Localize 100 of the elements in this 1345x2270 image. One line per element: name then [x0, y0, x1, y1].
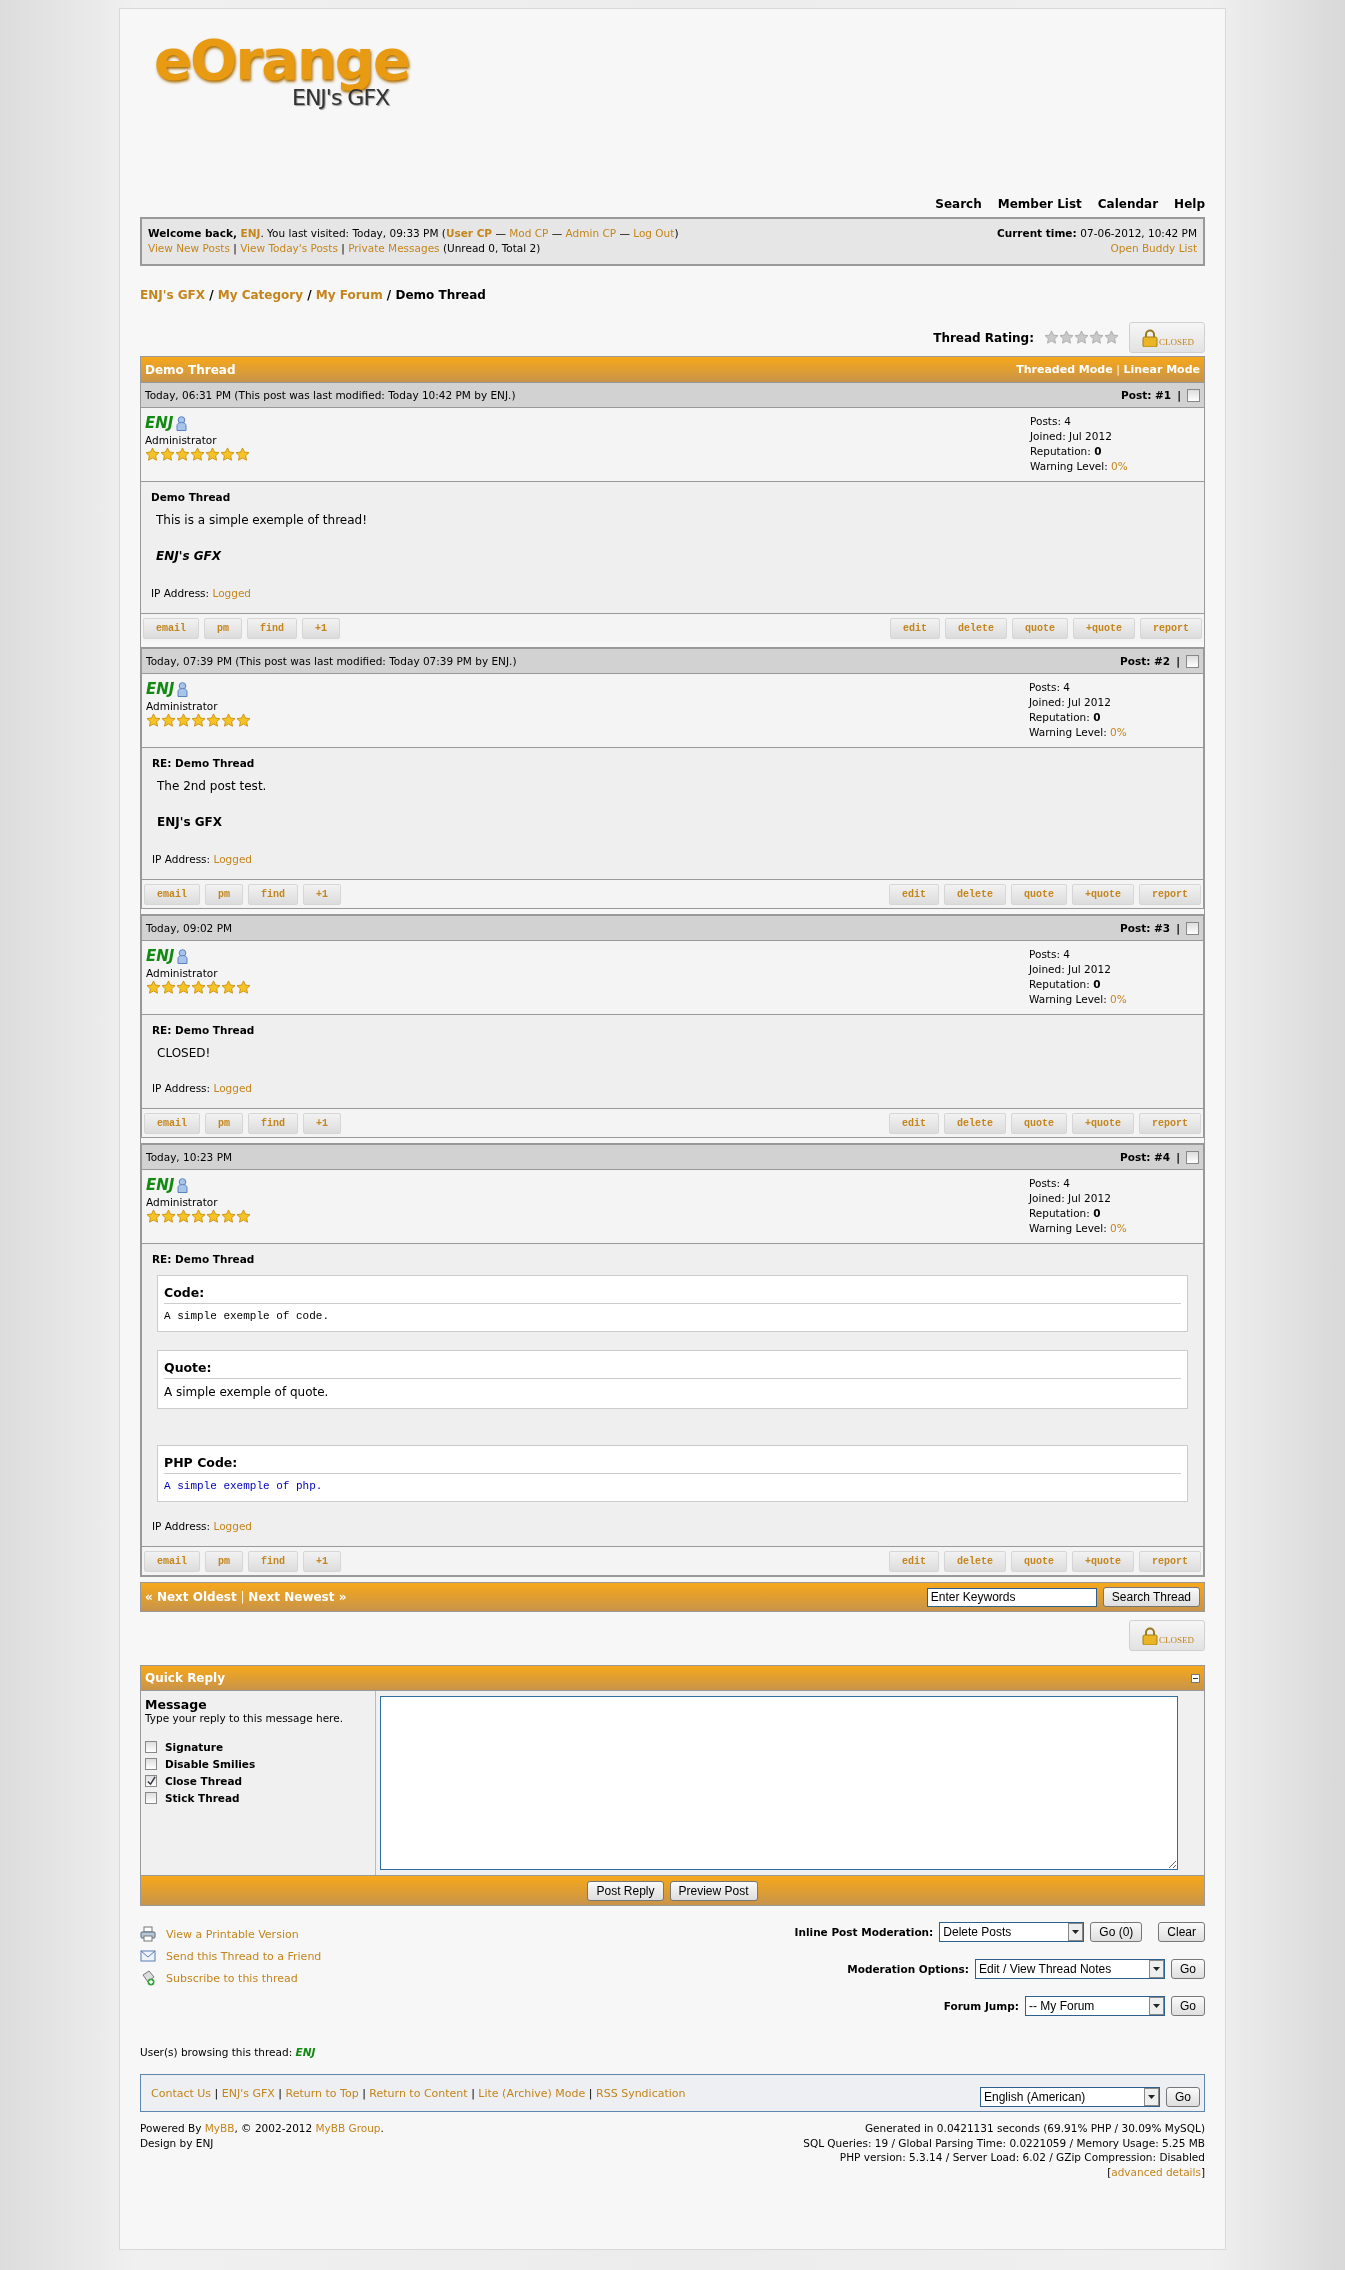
text-link[interactable]: My Category: [217, 288, 304, 302]
text-link[interactable]: 0%: [1110, 993, 1127, 1005]
text-link[interactable]: 0%: [1110, 1222, 1127, 1234]
post-action-button[interactable]: quote: [1010, 1551, 1067, 1572]
checkbox[interactable]: [1186, 921, 1199, 935]
text-link[interactable]: My Forum: [315, 288, 383, 302]
form-button[interactable]: Post Reply: [587, 1880, 664, 1901]
post-number-link[interactable]: Post: #4: [1120, 1151, 1171, 1163]
post-action-button[interactable]: quote: [1011, 618, 1068, 639]
post-action-button[interactable]: pm: [205, 1113, 244, 1134]
form-button[interactable]: Go: [1171, 1996, 1205, 2016]
dropdown[interactable]: English (American): [980, 2087, 1160, 2107]
post-action-button[interactable]: +quote: [1071, 884, 1134, 905]
post-action-button[interactable]: pm: [205, 1551, 244, 1572]
checkbox[interactable]: [145, 1758, 157, 1770]
post-action-button[interactable]: +1: [303, 1113, 342, 1134]
dropdown[interactable]: -- My Forum: [1025, 1996, 1165, 2016]
text-link[interactable]: Next Newest »: [248, 1590, 347, 1604]
post-action-button[interactable]: +1: [303, 1551, 342, 1572]
post-action-button[interactable]: pm: [205, 884, 244, 905]
author-link[interactable]: ENJ: [145, 414, 174, 432]
post-action-button[interactable]: quote: [1010, 884, 1067, 905]
text-link[interactable]: Logged: [213, 1520, 252, 1532]
post-action-button[interactable]: +1: [302, 618, 341, 639]
checkbox[interactable]: [1187, 388, 1200, 402]
post-action-button[interactable]: find: [248, 1113, 299, 1134]
text-link[interactable]: View Today's Posts: [240, 242, 338, 254]
text-link[interactable]: Logged: [212, 587, 251, 599]
text-link[interactable]: Open Buddy List: [1110, 241, 1197, 256]
post-action-button[interactable]: report: [1139, 1113, 1201, 1134]
text-link[interactable]: ENJ's GFX: [140, 288, 205, 302]
post-action-button[interactable]: email: [143, 618, 199, 639]
message-field[interactable]: [380, 1696, 1178, 1870]
post-action-button[interactable]: email: [144, 884, 200, 905]
post-action-button[interactable]: +quote: [1071, 1113, 1134, 1134]
closed-button[interactable]: CLOSED: [1129, 322, 1205, 353]
text-link[interactable]: User CP: [445, 227, 493, 239]
text-link[interactable]: Return to Content: [369, 2086, 468, 2100]
checkbox[interactable]: [145, 1775, 157, 1787]
text-link[interactable]: « Next Oldest: [145, 1590, 237, 1604]
text-link[interactable]: Admin CP: [565, 227, 617, 239]
text-link[interactable]: MyBB Group: [315, 2122, 381, 2134]
post-action-button[interactable]: +quote: [1071, 1551, 1134, 1572]
search-button[interactable]: Search Thread: [1102, 1587, 1200, 1607]
post-action-button[interactable]: report: [1139, 1551, 1201, 1572]
checkbox[interactable]: [1186, 1150, 1199, 1164]
search-field[interactable]: Enter Keywords: [926, 1587, 1097, 1607]
form-button[interactable]: Clear: [1158, 1922, 1205, 1942]
post-action-button[interactable]: delete: [944, 618, 1007, 639]
post-action-button[interactable]: +1: [303, 884, 342, 905]
post-action-button[interactable]: find: [248, 1551, 299, 1572]
text-link[interactable]: View a Printable Version: [166, 1927, 299, 1941]
text-link[interactable]: advanced details: [1111, 2165, 1201, 2178]
post-action-button[interactable]: email: [144, 1551, 200, 1572]
post-action-button[interactable]: edit: [888, 1551, 939, 1572]
post-action-button[interactable]: edit: [889, 618, 940, 639]
post-action-button[interactable]: find: [248, 884, 299, 905]
form-button[interactable]: Go: [1171, 1959, 1205, 1979]
text-link[interactable]: Return to Top: [285, 2086, 359, 2100]
star-rating[interactable]: [1044, 330, 1119, 345]
post-number-link[interactable]: Post: #2: [1120, 655, 1171, 667]
text-link[interactable]: ENJ's GFX: [221, 2086, 275, 2100]
nav-link[interactable]: Calendar: [1097, 197, 1159, 211]
text-link[interactable]: View New Posts: [148, 242, 230, 254]
checkbox[interactable]: [145, 1792, 157, 1804]
text-link[interactable]: Mod CP: [509, 227, 549, 239]
text-link[interactable]: 0%: [1110, 726, 1127, 738]
nav-link[interactable]: Search: [935, 197, 982, 211]
post-action-button[interactable]: +quote: [1072, 618, 1135, 639]
text-link[interactable]: Subscribe to this thread: [166, 1971, 298, 1985]
checkbox[interactable]: [145, 1741, 157, 1753]
author-link[interactable]: ENJ: [146, 680, 175, 698]
dropdown[interactable]: Delete Posts: [939, 1922, 1085, 1942]
post-action-button[interactable]: edit: [888, 1113, 939, 1134]
form-button[interactable]: Preview Post: [669, 1880, 758, 1901]
text-link[interactable]: Linear Mode: [1123, 363, 1200, 376]
text-link[interactable]: Send this Thread to a Friend: [166, 1949, 322, 1963]
post-action-button[interactable]: delete: [943, 884, 1006, 905]
text-link[interactable]: RSS Syndication: [596, 2086, 686, 2100]
post-action-button[interactable]: pm: [204, 618, 243, 639]
post-action-button[interactable]: edit: [888, 884, 939, 905]
author-link[interactable]: ENJ: [146, 947, 175, 965]
post-action-button[interactable]: report: [1139, 884, 1201, 905]
text-link[interactable]: Lite (Archive) Mode: [478, 2086, 586, 2100]
dropdown[interactable]: Edit / View Thread Notes: [975, 1959, 1165, 1979]
post-number-link[interactable]: Post: #3: [1120, 922, 1171, 934]
post-action-button[interactable]: delete: [943, 1113, 1006, 1134]
form-button[interactable]: Go: [1166, 2087, 1200, 2107]
text-link[interactable]: Log Out: [633, 227, 675, 239]
closed-button[interactable]: CLOSED: [1129, 1620, 1205, 1651]
post-action-button[interactable]: delete: [943, 1551, 1006, 1572]
post-action-button[interactable]: email: [144, 1113, 200, 1134]
text-link[interactable]: Logged: [213, 1082, 252, 1094]
post-number-link[interactable]: Post: #1: [1121, 389, 1172, 401]
author-link[interactable]: ENJ: [146, 1176, 175, 1194]
text-link[interactable]: 0%: [1111, 460, 1128, 472]
user-link[interactable]: ENJ: [295, 2046, 316, 2058]
form-button[interactable]: Go (0): [1090, 1922, 1143, 1942]
post-action-button[interactable]: find: [247, 618, 298, 639]
nav-link[interactable]: Help: [1174, 197, 1205, 211]
